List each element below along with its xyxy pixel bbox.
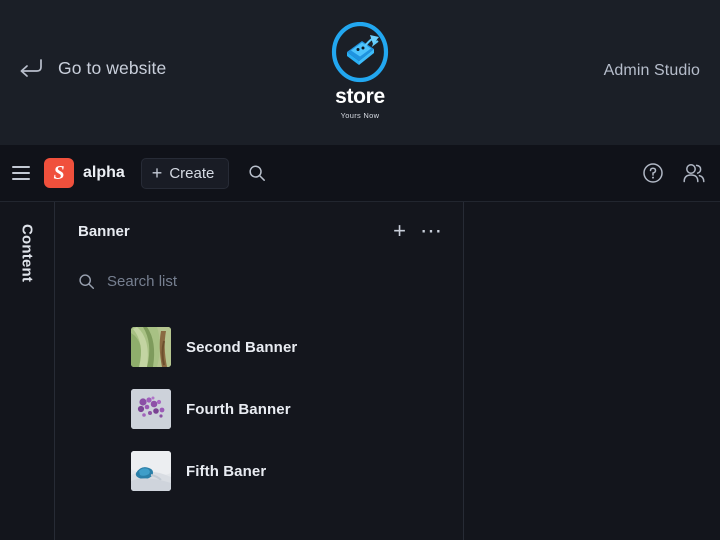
create-button[interactable]: + Create bbox=[140, 157, 230, 189]
list-item[interactable]: Fourth Banner bbox=[55, 378, 463, 440]
workspace-avatar: S bbox=[44, 158, 74, 188]
plus-icon: + bbox=[151, 163, 163, 183]
brand-tagline: Yours Now bbox=[340, 111, 380, 120]
workspace-name: alpha bbox=[83, 164, 125, 181]
list-item[interactable]: Second Banner bbox=[55, 316, 463, 378]
document-detail-pane bbox=[464, 202, 720, 540]
list-pane-title: Banner bbox=[78, 222, 130, 240]
document-list-pane: Banner + ⋯ Search list Second Banner Fou… bbox=[55, 202, 464, 540]
list-item-title: Fifth Baner bbox=[186, 462, 267, 480]
help-circle-icon[interactable] bbox=[642, 162, 664, 184]
workspace-selector[interactable]: S alpha bbox=[44, 158, 125, 188]
users-icon[interactable] bbox=[682, 162, 706, 184]
rail-label-content[interactable]: Content bbox=[19, 224, 36, 282]
purple-berries-thumbnail bbox=[131, 389, 171, 429]
list-item-title: Second Banner bbox=[186, 338, 298, 356]
add-document-button[interactable]: + bbox=[393, 220, 406, 242]
list-options-button[interactable]: ⋯ bbox=[420, 220, 443, 242]
create-button-label: Create bbox=[169, 164, 215, 182]
studio-body: Content Banner + ⋯ Search list Second Ba… bbox=[0, 202, 720, 540]
admin-studio-window: Go to website store Yours Now Admin Stud… bbox=[0, 0, 720, 540]
store-laptop-arrow-logo bbox=[331, 22, 389, 83]
go-to-website-link[interactable]: Go to website bbox=[18, 57, 166, 79]
blue-splash-thumbnail bbox=[131, 451, 171, 491]
go-to-website-label: Go to website bbox=[58, 57, 167, 78]
search-icon[interactable] bbox=[244, 160, 270, 186]
content-rail: Content bbox=[0, 202, 55, 540]
list-search-row bbox=[55, 260, 463, 302]
list-pane-header: Banner + ⋯ bbox=[55, 202, 463, 260]
list-item-title: Fourth Banner bbox=[186, 400, 291, 418]
store-logo[interactable]: store Yours Now bbox=[329, 22, 391, 120]
search-icon bbox=[79, 273, 95, 289]
hamburger-icon[interactable] bbox=[12, 163, 32, 183]
return-arrow-icon bbox=[20, 59, 42, 77]
studio-toolbar: S alpha + Create bbox=[0, 145, 720, 202]
site-header: Go to website store Yours Now Admin Stud… bbox=[0, 0, 720, 145]
admin-studio-label: Admin Studio bbox=[603, 62, 700, 79]
brand-name: store bbox=[335, 85, 385, 108]
list-item[interactable]: Fifth Baner bbox=[55, 440, 463, 502]
list-pane-actions: + ⋯ bbox=[393, 220, 443, 243]
toolbar-right-actions bbox=[642, 162, 706, 184]
green-leaf-thumbnail bbox=[131, 327, 171, 367]
banner-list: Second Banner Fourth Banner Fifth Baner bbox=[55, 302, 463, 540]
search-input[interactable] bbox=[107, 272, 443, 290]
